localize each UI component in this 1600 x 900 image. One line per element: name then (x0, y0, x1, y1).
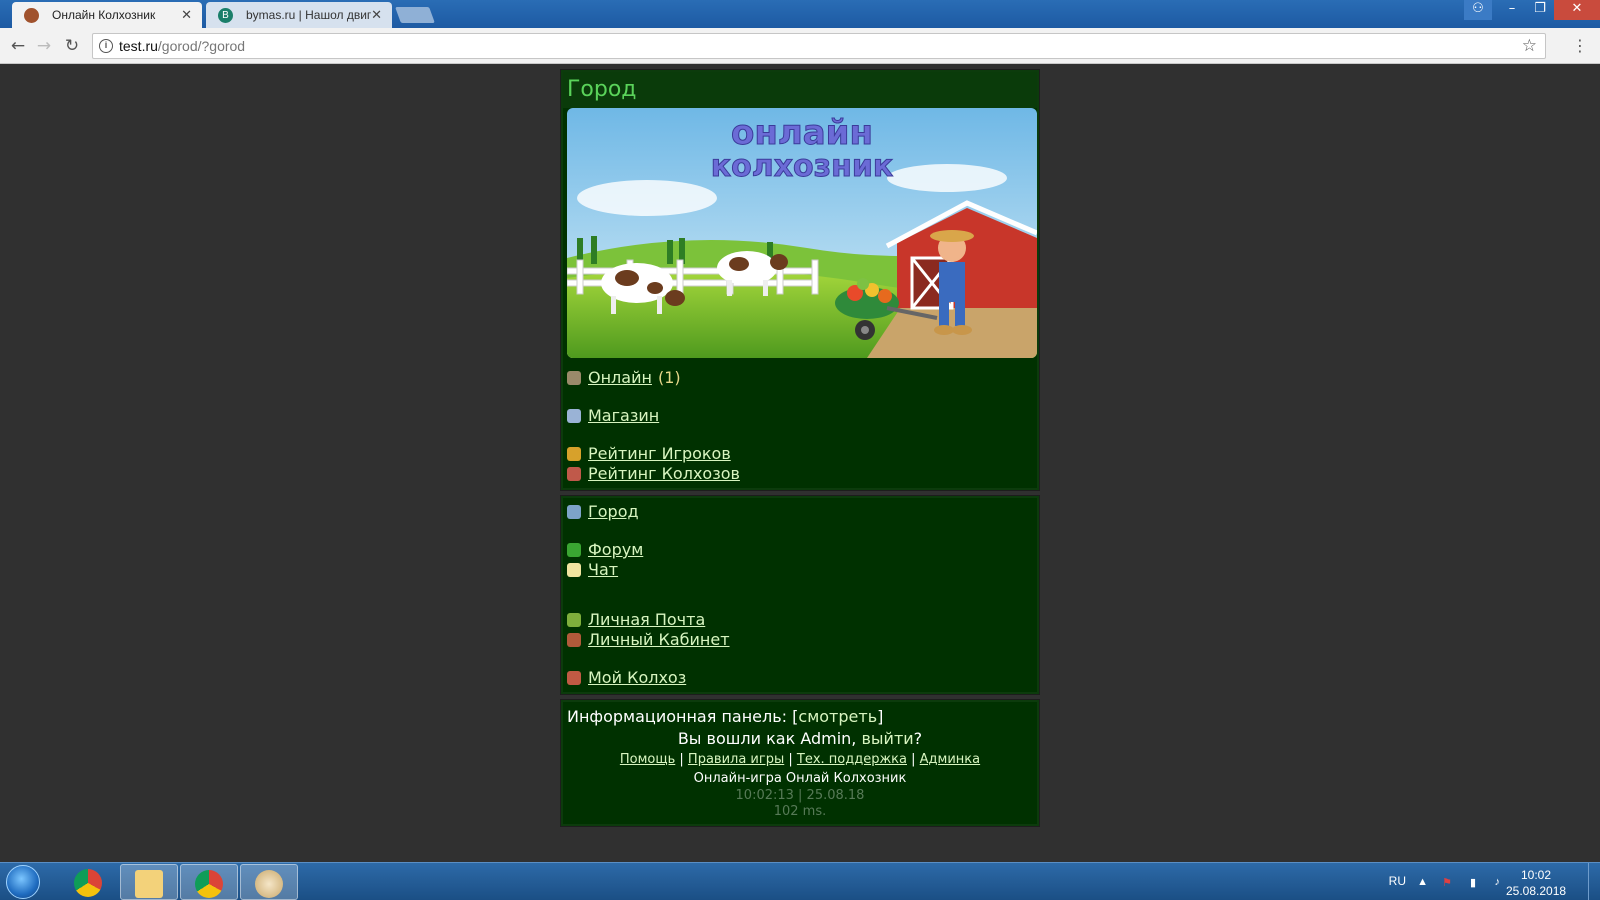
paint-taskbar-icon[interactable] (240, 864, 298, 900)
banner-line1: онлайн (731, 113, 873, 153)
mail-icon (567, 613, 581, 627)
forum-link[interactable]: Форум (588, 540, 643, 560)
logout-link[interactable]: выйти (861, 729, 913, 748)
admin-link[interactable]: Админка (920, 752, 980, 767)
shop-link[interactable]: Магазин (588, 406, 659, 426)
close-window-button[interactable]: ✕ (1554, 0, 1600, 20)
menu-item-forum: Форум (567, 540, 1033, 560)
shop-icon (567, 409, 581, 423)
window-controls: ⚇ – ❐ ✕ (1464, 0, 1600, 20)
info-panel-bracket: ] (877, 707, 884, 726)
minimize-button[interactable]: – (1498, 0, 1526, 20)
menu-item-shop: Магазин (567, 406, 1033, 426)
game-banner: онлайн колхозник (567, 108, 1037, 358)
chat-link[interactable]: Чат (588, 560, 618, 580)
tab-active[interactable]: Онлайн Колхозник ✕ (12, 2, 202, 28)
network-icon[interactable]: ▮ (1470, 876, 1476, 889)
rules-link[interactable]: Правила игры (688, 752, 784, 767)
help-link[interactable]: Помощь (620, 752, 675, 767)
game-name: Онлайн-игра Онлай Колхозник (693, 771, 907, 786)
support-link[interactable]: Тех. поддержка (797, 752, 907, 767)
globe-icon (567, 371, 581, 385)
cabinet-link[interactable]: Личный Кабинет (588, 630, 730, 650)
logged-in-suffix: ? (913, 729, 923, 748)
city-link[interactable]: Город (588, 502, 639, 522)
tab-title: Онлайн Колхозник (52, 8, 156, 22)
farm-rating-link[interactable]: Рейтинг Колхозов (588, 464, 740, 484)
browser-toolbar: ← → ↻ i test.ru/gorod/?gorod ☆ ⋮ (0, 28, 1600, 64)
menu-item-player-rating: Рейтинг Игроков (567, 444, 1033, 464)
show-hidden-icons-icon[interactable]: ▲ (1417, 876, 1428, 888)
home-icon (567, 671, 581, 685)
clock[interactable]: 10:02 25.08.2018 (1506, 867, 1566, 899)
page-viewport: Город онлайн колхозник Онлайн (1) Магази… (0, 64, 1600, 862)
banner-line2: колхозник (711, 149, 893, 184)
action-center-icon[interactable]: ⚑ (1442, 876, 1452, 889)
main-panel: Город онлайн колхозник Онлайн (1) Магази… (560, 69, 1040, 491)
site-favicon-icon (24, 8, 39, 23)
address-bar[interactable]: i test.ru/gorod/?gorod ☆ (92, 33, 1546, 59)
city-icon (567, 505, 581, 519)
menu-item-city: Город (567, 502, 1033, 522)
info-icon[interactable]: i (99, 39, 113, 53)
view-info-link[interactable]: смотреть (798, 707, 877, 726)
start-button[interactable] (6, 865, 40, 899)
menu-item-online: Онлайн (1) (567, 368, 1033, 388)
close-tab-icon[interactable]: ✕ (371, 2, 382, 28)
server-datetime: 10:02:13 | 25.08.18 (735, 788, 865, 803)
cabinet-icon (567, 633, 581, 647)
footer-links: Помощь | Правила игры | Тех. поддержка |… (619, 752, 981, 767)
mail-link[interactable]: Личная Почта (588, 610, 705, 630)
explorer-taskbar-icon[interactable] (120, 864, 178, 900)
navigation-panel: Город Форум Чат Личная Почта Личный Каби… (560, 495, 1040, 695)
forum-icon (567, 543, 581, 557)
volume-icon[interactable]: ♪ (1495, 876, 1501, 888)
url-host: test.ru (119, 38, 158, 54)
content-column: Город онлайн колхозник Онлайн (1) Магази… (560, 69, 1040, 832)
chat-icon (567, 563, 581, 577)
windows-taskbar: RU ▲ ⚑ ▮ ♪ 10:02 25.08.2018 (0, 862, 1600, 900)
render-time: 102 ms. (773, 804, 827, 819)
menu-item-cabinet: Личный Кабинет (567, 630, 1033, 650)
language-indicator[interactable]: RU (1389, 874, 1406, 888)
bookmark-star-icon[interactable]: ☆ (1522, 34, 1537, 58)
chrome-taskbar-icon[interactable] (60, 864, 118, 900)
user-icon[interactable]: ⚇ (1464, 0, 1492, 20)
online-count: (1) (657, 368, 681, 387)
forward-arrow-icon[interactable]: → (34, 36, 54, 56)
clock-time: 10:02 (1520, 868, 1552, 882)
show-desktop-button[interactable] (1588, 863, 1600, 900)
logged-in-text: Вы вошли как Admin, (677, 729, 862, 748)
info-panel-label: Информационная панель: [ (567, 707, 799, 726)
farm-illustration: онлайн колхозник (567, 108, 1037, 358)
menu-item-my-farm: Мой Колхоз (567, 668, 1033, 688)
login-status: Вы вошли как Admin, выйти? (567, 728, 1033, 750)
info-panel: Информационная панель: [смотреть] Вы вош… (560, 699, 1040, 827)
chrome-active-taskbar-icon[interactable] (180, 864, 238, 900)
farm-icon (567, 467, 581, 481)
maximize-button[interactable]: ❐ (1526, 0, 1554, 20)
menu-top: Онлайн (1) Магазин Рейтинг Игроков Рейти… (567, 358, 1033, 484)
trophy-icon (567, 447, 581, 461)
new-tab-button[interactable] (395, 7, 435, 23)
tab-title: bymas.ru | Нашол двиг (246, 8, 372, 22)
bymas-favicon-icon: B (218, 8, 233, 23)
reload-icon[interactable]: ↻ (62, 36, 82, 56)
back-arrow-icon[interactable]: ← (8, 36, 28, 56)
player-rating-link[interactable]: Рейтинг Игроков (588, 444, 731, 464)
url-path: /gorod/?gorod (157, 38, 246, 54)
clock-date: 25.08.2018 (1506, 884, 1567, 898)
info-panel-line: Информационная панель: [смотреть] (567, 706, 1033, 728)
menu-item-farm-rating: Рейтинг Колхозов (567, 464, 1033, 484)
close-tab-icon[interactable]: ✕ (181, 2, 192, 28)
tab-inactive[interactable]: B bymas.ru | Нашол двиг ✕ (206, 2, 392, 28)
browser-menu-icon[interactable]: ⋮ (1572, 36, 1588, 55)
browser-tab-bar: Онлайн Колхозник ✕ B bymas.ru | Нашол дв… (0, 0, 1600, 28)
online-link[interactable]: Онлайн (588, 368, 652, 388)
my-farm-link[interactable]: Мой Колхоз (588, 668, 686, 688)
menu-item-mail: Личная Почта (567, 610, 1033, 630)
menu-item-chat: Чат (567, 560, 1033, 580)
page-title: Город (563, 72, 1037, 108)
